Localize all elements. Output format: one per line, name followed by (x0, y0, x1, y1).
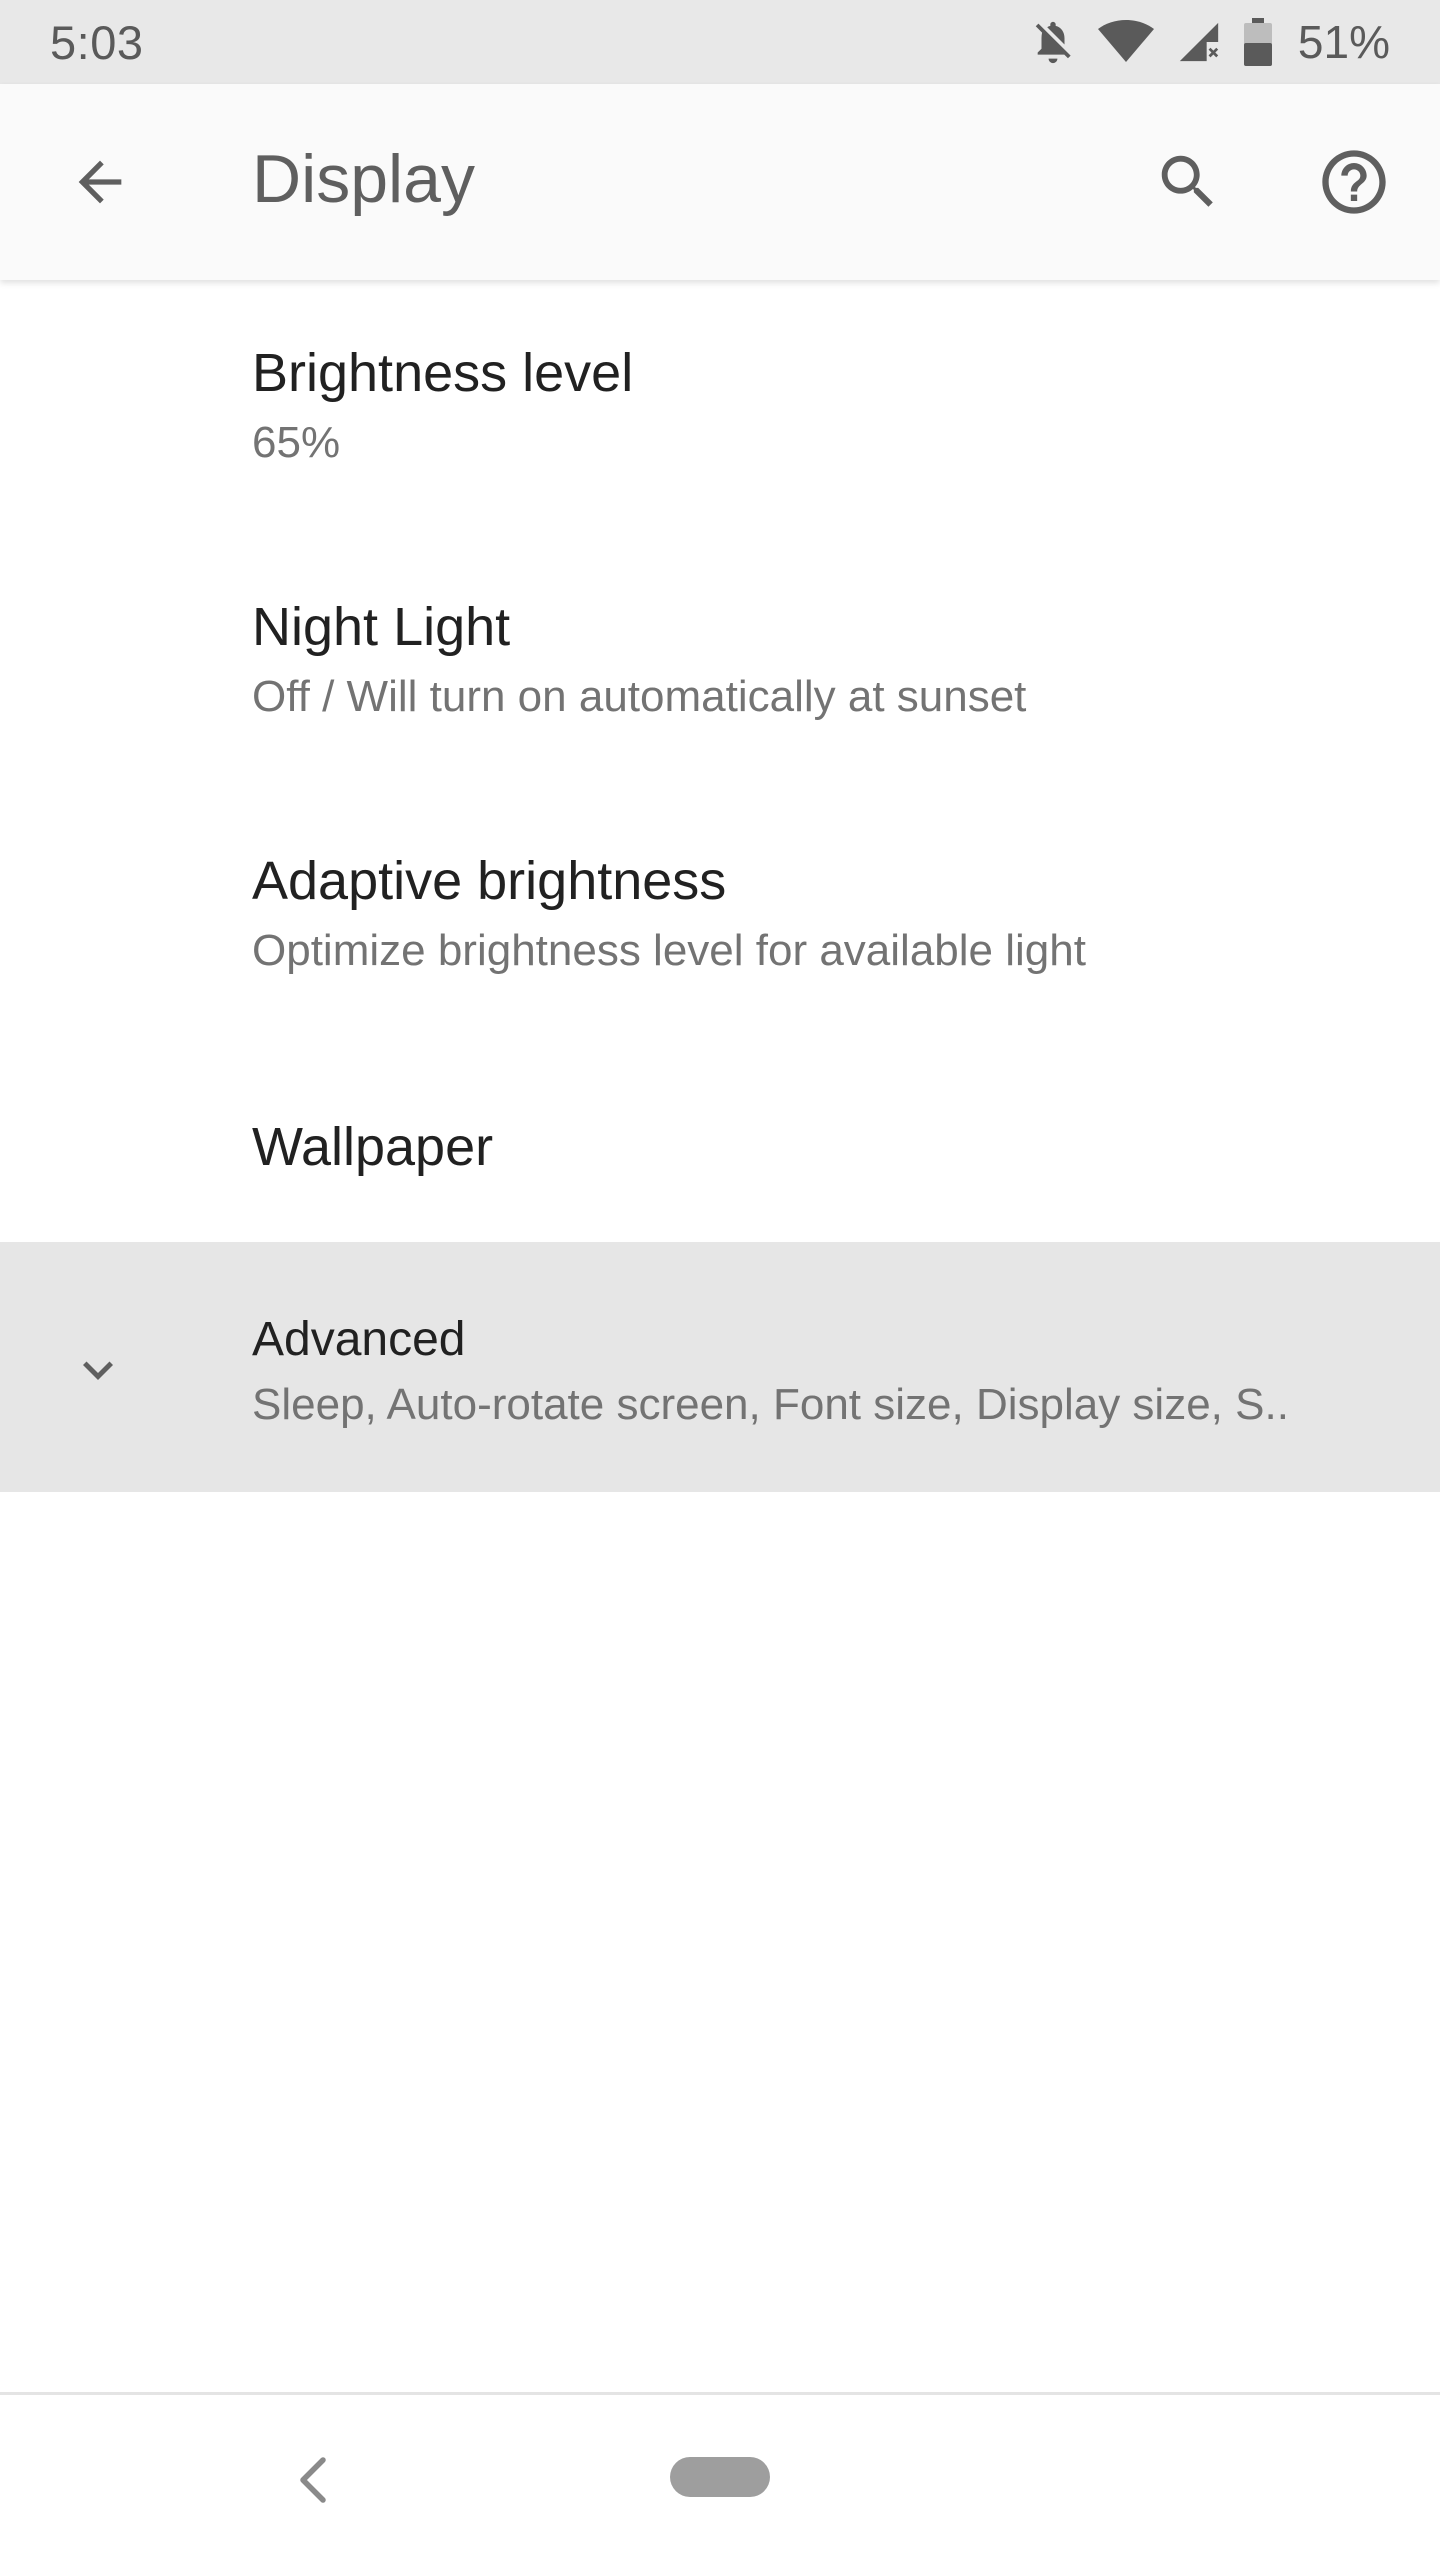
chevron-down-icon (83, 1361, 113, 1380)
status-icons: 51% (1030, 15, 1390, 69)
setting-advanced[interactable]: Advanced Sleep, Auto-rotate screen, Font… (0, 1242, 1440, 1492)
setting-wallpaper[interactable]: Wallpaper (0, 1042, 1440, 1242)
setting-adaptive-brightness[interactable]: Adaptive brightness Optimize brightness … (0, 788, 1440, 1042)
battery-percent: 51% (1297, 16, 1390, 68)
status-bar: 5:03 51% (0, 0, 1440, 84)
setting-title: Adaptive brightness (252, 851, 727, 911)
settings-list: Brightness level 65% Night Light Off / W… (0, 280, 1440, 1492)
setting-title: Wallpaper (252, 1117, 494, 1177)
help-circle-icon (1322, 150, 1386, 214)
nav-back-icon (300, 2457, 326, 2503)
setting-summary: Optimize brightness level for available … (252, 926, 1086, 975)
home-pill-icon[interactable] (670, 2457, 770, 2497)
search-icon (1161, 155, 1213, 207)
setting-title: Night Light (252, 597, 511, 657)
setting-brightness-level[interactable]: Brightness level 65% (0, 280, 1440, 534)
setting-summary: Off / Will turn on automatically at suns… (252, 672, 1027, 721)
setting-title: Advanced (252, 1313, 466, 1366)
wifi-icon (1097, 19, 1154, 65)
arrow-left-icon (78, 160, 122, 204)
setting-title: Brightness level (252, 343, 634, 403)
nav-back-button[interactable] (268, 2435, 358, 2525)
page-title: Display (252, 141, 475, 217)
display-settings-screen: 5:03 51% Display Brightness level 65% Ni… (0, 0, 1440, 2560)
setting-night-light[interactable]: Night Light Off / Will turn on automatic… (0, 534, 1440, 788)
search-button[interactable] (1138, 132, 1238, 232)
cellular-no-data-icon (1176, 19, 1222, 65)
setting-summary: Sleep, Auto-rotate screen, Font size, Di… (252, 1380, 1289, 1429)
advanced-expand-toggle (48, 1320, 148, 1420)
notifications-off-icon (1030, 17, 1076, 67)
status-time: 5:03 (50, 15, 144, 69)
back-button[interactable] (50, 132, 150, 232)
help-button[interactable] (1304, 132, 1404, 232)
battery-icon (1243, 18, 1272, 66)
app-bar: Display (0, 84, 1440, 280)
navigation-bar (0, 2392, 1440, 2560)
setting-summary: 65% (252, 418, 341, 467)
